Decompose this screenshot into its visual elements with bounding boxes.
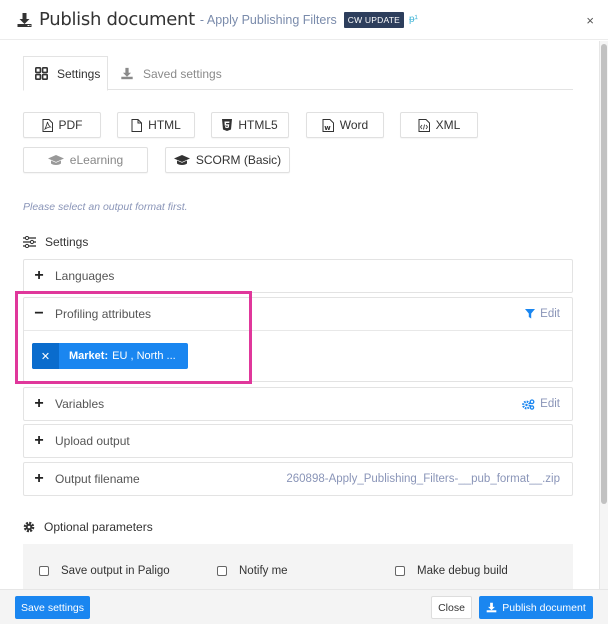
gear-icon [23, 521, 35, 533]
minus-icon: − [34, 305, 44, 322]
panel-profiling-header[interactable]: − Profiling attributes Edit [24, 298, 572, 330]
file-code-icon [418, 118, 430, 132]
checkbox-box[interactable] [217, 566, 227, 576]
filter-icon [525, 309, 536, 319]
format-elearning-label: eLearning [69, 153, 124, 167]
format-html5-button[interactable]: HTML5 [211, 112, 289, 138]
format-pdf-label: PDF [58, 118, 83, 132]
save-settings-button[interactable]: Save settings [15, 596, 90, 619]
format-word-label: Word [339, 118, 369, 132]
sliders-icon [23, 236, 36, 248]
plus-icon: + [34, 470, 44, 487]
settings-section-title: Settings [23, 235, 88, 249]
format-html5-label: HTML5 [238, 118, 278, 132]
close-icon[interactable]: × [586, 13, 594, 28]
format-html-label: HTML [148, 118, 181, 132]
format-html-button[interactable]: HTML [117, 112, 195, 138]
checkbox-save-output[interactable]: Save output in Paligo [39, 565, 170, 577]
panel-filename-label: Output filename [55, 472, 140, 486]
tab-saved-settings[interactable]: Saved settings [120, 56, 222, 91]
grid-icon [35, 67, 48, 80]
tab-settings-label: Settings [57, 66, 101, 81]
format-scorm-button[interactable]: SCORM (Basic) [165, 147, 290, 173]
checkbox-box[interactable] [39, 566, 49, 576]
format-pdf-button[interactable]: PDF [23, 112, 101, 138]
dialog-footer: Save settings Close Publish document [0, 589, 608, 624]
checkbox-label: Notify me [239, 565, 288, 577]
tab-settings[interactable]: Settings [23, 56, 108, 91]
panel-profiling-body: ✕ Market: EU , North ... [24, 330, 572, 381]
status-badge: CW UPDATE [343, 11, 404, 28]
format-hint: Please select an output format first. [23, 201, 188, 213]
checkbox-notify-me[interactable]: Notify me [217, 565, 288, 577]
panel-languages: + Languages [23, 259, 573, 293]
file-pdf-icon [42, 118, 53, 132]
plus-icon: + [34, 432, 44, 449]
optional-section-label: Optional parameters [44, 520, 153, 534]
tab-saved-settings-label: Saved settings [143, 66, 222, 81]
graduation-cap-icon [47, 155, 64, 165]
download-icon [121, 67, 133, 80]
remove-tag-icon[interactable]: ✕ [32, 343, 59, 369]
profiling-edit-link[interactable]: Edit [525, 298, 560, 330]
dialog-header: Publish document - Apply Publishing Filt… [0, 0, 608, 40]
checkbox-box[interactable] [395, 566, 405, 576]
output-filename-value: 260898-Apply_Publishing_Filters-__pub_fo… [286, 473, 560, 485]
plus-icon: + [34, 395, 44, 412]
format-scorm-label: SCORM (Basic) [195, 153, 282, 167]
version-indicator[interactable]: ᵽ¹ [409, 14, 418, 25]
checkbox-label: Make debug build [417, 565, 508, 577]
svg-text:w: w [324, 124, 331, 132]
panel-variables-header[interactable]: + Variables Edit [24, 388, 572, 420]
gears-icon [522, 398, 535, 410]
checkbox-label: Save output in Paligo [61, 565, 170, 577]
file-icon [131, 118, 143, 132]
panel-profiling-attributes: − Profiling attributes Edit ✕ Market: EU… [23, 297, 573, 382]
publish-document-label: Publish document [502, 601, 586, 614]
publish-document-button[interactable]: Publish document [479, 596, 593, 619]
format-elearning-button[interactable]: eLearning [23, 147, 148, 173]
plus-icon: + [34, 267, 44, 284]
document-name: - Apply Publishing Filters [199, 12, 337, 27]
close-button[interactable]: Close [431, 596, 472, 619]
panel-variables-label: Variables [55, 397, 105, 411]
panel-profiling-label: Profiling attributes [55, 307, 152, 321]
download-icon [486, 602, 497, 613]
panel-filename-header[interactable]: + Output filename 260898-Apply_Publishin… [24, 463, 572, 495]
optional-section-title: Optional parameters [23, 520, 153, 534]
format-xml-label: XML [435, 118, 461, 132]
panel-languages-header[interactable]: + Languages [24, 260, 572, 292]
profiling-tag: ✕ Market: EU , North ... [32, 343, 188, 369]
file-word-icon: w [322, 118, 334, 132]
scrollbar-thumb[interactable] [601, 44, 607, 504]
html5-icon [222, 119, 233, 131]
profiling-tag-label[interactable]: Market: EU , North ... [59, 343, 188, 369]
panel-languages-label: Languages [55, 269, 115, 283]
tab-bar: Settings Saved settings [23, 56, 573, 91]
panel-output-filename: + Output filename 260898-Apply_Publishin… [23, 462, 573, 496]
panel-upload-header[interactable]: + Upload output [24, 425, 572, 457]
panel-upload-label: Upload output [55, 434, 130, 448]
tag-key: Market: [69, 350, 109, 362]
download-icon [17, 12, 32, 27]
format-xml-button[interactable]: XML [400, 112, 478, 138]
variables-edit-label: Edit [540, 398, 560, 410]
panel-upload-output: + Upload output [23, 424, 573, 458]
settings-section-label: Settings [45, 235, 89, 249]
panel-variables: + Variables Edit [23, 387, 573, 421]
format-word-button[interactable]: w Word [306, 112, 384, 138]
dialog-title: Publish document [39, 9, 195, 30]
checkbox-debug-build[interactable]: Make debug build [395, 565, 508, 577]
graduation-cap-icon [173, 155, 190, 165]
variables-edit-link[interactable]: Edit [522, 388, 560, 420]
dialog-body: Settings Saved settings PDF HTML HTML5 w… [0, 41, 608, 589]
profiling-edit-label: Edit [540, 308, 560, 320]
tag-value: EU , North ... [112, 350, 176, 362]
